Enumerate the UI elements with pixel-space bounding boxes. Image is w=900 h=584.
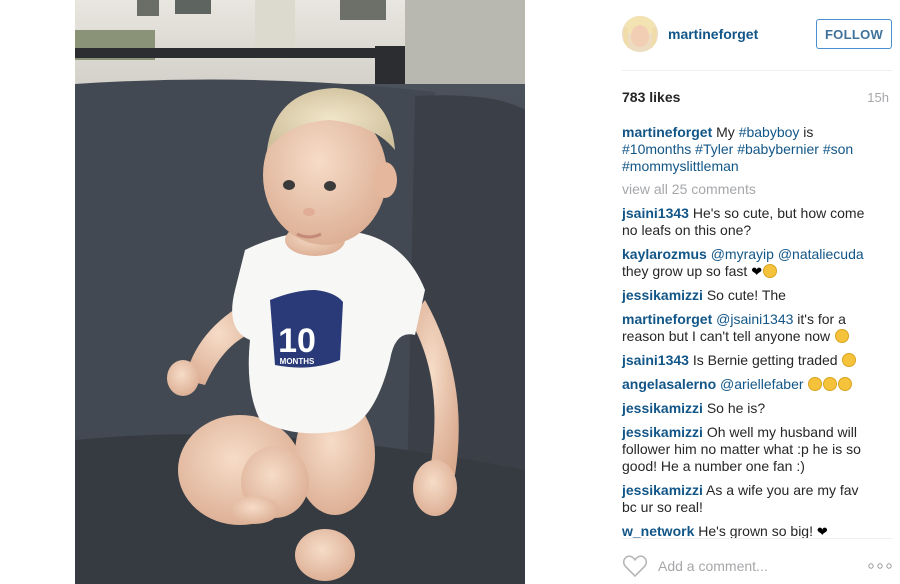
comment-username[interactable]: w_network <box>622 523 694 539</box>
view-all-comments-link[interactable]: view all 25 comments <box>622 181 877 198</box>
heart-eyes-emoji-icon <box>838 377 853 391</box>
heart-outline-icon[interactable] <box>622 554 648 578</box>
comment-username[interactable]: jsaini1343 <box>622 205 689 221</box>
anguished-face-emoji-icon <box>842 353 857 367</box>
post-time[interactable]: 15h <box>867 90 889 105</box>
more-options-icon[interactable] <box>868 563 892 569</box>
comments-list: martineforget My #babyboy is #10months #… <box>622 124 877 547</box>
shirt-number: 10 <box>278 322 316 360</box>
comment-mentions[interactable]: @myrayip @nataliecuda <box>711 246 864 262</box>
divider <box>622 70 892 71</box>
comment-text: He's grown so big! <box>694 523 813 539</box>
post-stats: 783 likes 15h <box>622 89 892 107</box>
comment: jessikamizzi So he is? <box>622 400 877 417</box>
comment: jessikamizzi As a wife you are my fav bc… <box>622 482 877 516</box>
caption-text: is <box>799 124 814 140</box>
comment-username[interactable]: martineforget <box>622 311 712 327</box>
heart-emoji-icon: ❤ <box>751 264 763 279</box>
caption-text: My <box>712 124 739 140</box>
comment-username[interactable]: jessikamizzi <box>622 482 703 498</box>
comment: jessikamizzi Oh well my husband will fol… <box>622 424 877 475</box>
hashtag[interactable]: #10months <box>622 141 691 157</box>
divider <box>622 538 892 539</box>
heart-emoji-icon: ❤ <box>816 524 828 539</box>
comment-username[interactable]: jsaini1343 <box>622 352 689 368</box>
post-photo[interactable]: 10 MONTHS <box>75 0 525 584</box>
comment-username[interactable]: angelasalerno <box>622 376 716 392</box>
hashtag[interactable]: #babyboy <box>739 124 800 140</box>
comment-username[interactable]: jessikamizzi <box>622 287 703 303</box>
comment: martineforget @jsaini1343 it's for a rea… <box>622 311 877 345</box>
caption: martineforget My #babyboy is #10months #… <box>622 124 877 175</box>
post-side-panel: martineforget FOLLOW 783 likes 15h marti… <box>605 0 900 584</box>
hashtag[interactable]: #mommyslittleman <box>622 158 739 174</box>
hashtag[interactable]: #son <box>823 141 853 157</box>
hashtag[interactable]: #Tyler <box>695 141 733 157</box>
persevering-face-emoji-icon <box>763 264 778 278</box>
comment-text: they grow up so fast <box>622 263 748 279</box>
comment: jsaini1343 Is Bernie getting traded <box>622 352 877 369</box>
baby-photo-illustration: 10 MONTHS <box>75 0 525 584</box>
add-comment-row <box>622 552 898 580</box>
post-header: martineforget FOLLOW <box>622 14 892 56</box>
likes-count[interactable]: 783 likes <box>622 89 680 105</box>
avatar[interactable] <box>622 16 658 52</box>
add-comment-input[interactable] <box>658 556 848 576</box>
comment: jessikamizzi So cute! The <box>622 287 877 304</box>
avatar-image <box>622 16 658 52</box>
comment: angelasalerno @ariellefaber <box>622 376 877 393</box>
comment-username[interactable]: martineforget <box>622 124 712 140</box>
heart-eyes-emoji-icon <box>808 377 823 391</box>
comment-text: Is Bernie getting traded <box>688 352 838 368</box>
hashtag[interactable]: #babybernier <box>737 141 819 157</box>
heart-eyes-emoji-icon <box>823 377 838 391</box>
comment-mentions[interactable]: @jsaini1343 <box>716 311 793 327</box>
comment: jsaini1343 He's so cute, but how come no… <box>622 205 877 239</box>
grimacing-face-emoji-icon <box>835 329 850 343</box>
comment: kaylarozmus @myrayip @nataliecuda they g… <box>622 246 877 280</box>
header-username[interactable]: martineforget <box>668 26 758 42</box>
comment-username[interactable]: jessikamizzi <box>622 400 703 416</box>
comment-username[interactable]: jessikamizzi <box>622 424 703 440</box>
comment-text: So he is? <box>702 400 766 416</box>
comment-username[interactable]: kaylarozmus <box>622 246 707 262</box>
follow-button[interactable]: FOLLOW <box>816 19 892 49</box>
shirt-text: MONTHS <box>280 357 315 366</box>
comment-text: So cute! The <box>702 287 786 303</box>
comment-mentions[interactable]: @ariellefaber <box>720 376 803 392</box>
